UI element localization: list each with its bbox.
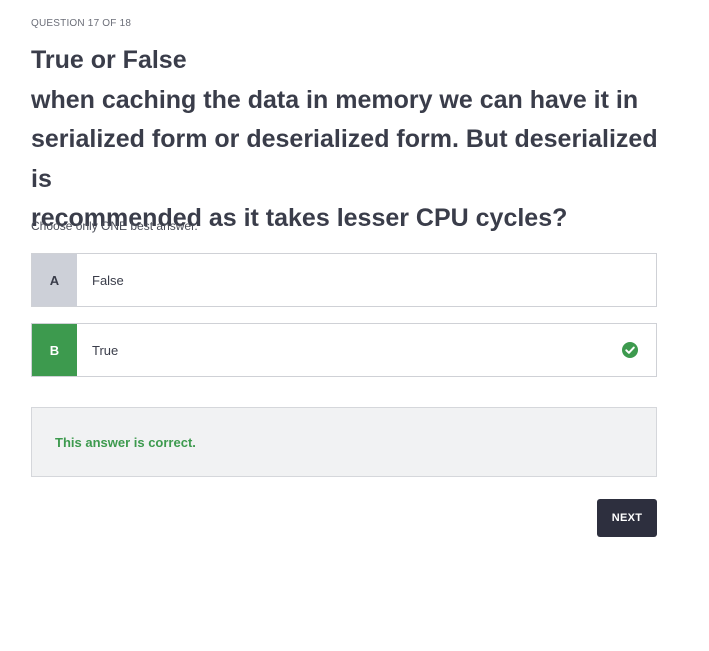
- question-line: serialized form or deserialized form. Bu…: [31, 125, 658, 193]
- question-line: True or False: [31, 46, 187, 74]
- feedback-panel: This answer is correct.: [31, 407, 657, 477]
- quiz-page: QUESTION 17 OF 18 True or False when cac…: [0, 0, 709, 651]
- answer-option-b[interactable]: B True: [31, 323, 657, 377]
- option-text: True: [92, 342, 119, 358]
- answer-option-a[interactable]: A False: [31, 253, 657, 307]
- option-text: False: [92, 272, 124, 288]
- check-circle-icon: [622, 342, 638, 358]
- option-letter: A: [32, 254, 77, 306]
- question-title: True or False when caching the data in m…: [31, 41, 671, 239]
- option-letter: B: [32, 324, 77, 376]
- feedback-message: This answer is correct.: [55, 434, 196, 450]
- answer-instructions: Choose only ONE best answer.: [31, 219, 198, 233]
- next-button[interactable]: NEXT: [597, 499, 657, 537]
- question-counter: QUESTION 17 OF 18: [31, 18, 132, 29]
- question-line: when caching the data in memory we can h…: [31, 85, 639, 114]
